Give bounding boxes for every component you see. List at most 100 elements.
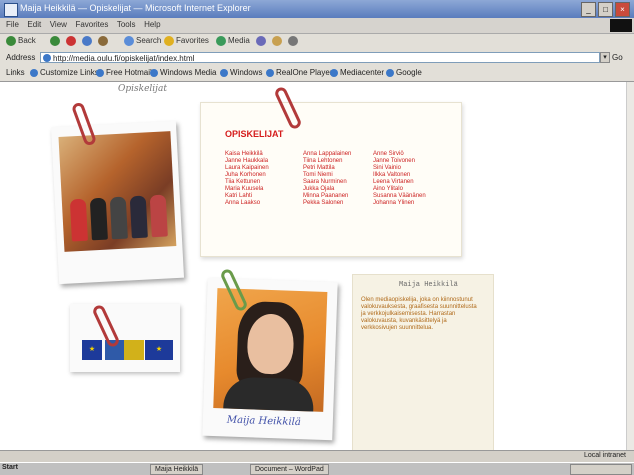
refresh-button[interactable]	[82, 36, 94, 46]
favorites-label: Favorites	[176, 36, 209, 46]
group-photo[interactable]	[50, 120, 185, 285]
stop-icon	[66, 36, 76, 46]
student-link[interactable]: Ilkka Valtonen	[373, 172, 426, 179]
handwritten-note: Opiskelijat	[118, 84, 167, 94]
group-photo-image	[58, 131, 177, 252]
students-list-card: OPISKELIJAT Kaisa Heikkilä Janne Haukkal…	[200, 102, 462, 257]
forward-arrow-icon	[50, 36, 60, 46]
system-tray	[570, 464, 632, 475]
link-hotmail[interactable]: Free Hotmail	[96, 68, 152, 77]
window-titlebar: Maija Heikkilä — Opiskelijat — Microsoft…	[0, 0, 634, 18]
search-button[interactable]: Search	[124, 36, 161, 46]
history-icon	[256, 36, 266, 46]
student-link[interactable]: Petri Mattila	[303, 165, 351, 172]
student-link[interactable]: Janne Haukkala	[225, 158, 269, 165]
link-windows-media[interactable]: Windows Media	[150, 68, 216, 77]
student-link[interactable]: Minna Paananen	[303, 193, 351, 200]
address-input[interactable]: http://media.oulu.fi/opiskelijat/index.h…	[40, 52, 600, 63]
address-dropdown-button[interactable]: ▾	[600, 52, 610, 63]
mail-icon	[272, 36, 282, 46]
link-mediacenter[interactable]: Mediacenter	[330, 68, 384, 77]
student-link[interactable]: Anna Lappalainen	[303, 151, 351, 158]
student-link[interactable]: Susanna Väänänen	[373, 193, 426, 200]
student-link[interactable]: Anna Laakso	[225, 200, 269, 207]
search-label: Search	[136, 36, 162, 46]
students-heading: OPISKELIJAT	[225, 129, 284, 139]
history-button[interactable]	[256, 36, 268, 46]
student-link[interactable]: Leena Virtanen	[373, 179, 426, 186]
student-link[interactable]: Tomi Niemi	[303, 172, 351, 179]
link-windows[interactable]: Windows	[220, 68, 262, 77]
links-bar: Links Customize Links Free Hotmail Windo…	[0, 66, 634, 82]
student-link[interactable]: Johanna Ylinen	[373, 200, 426, 207]
maximize-button[interactable]: □	[598, 2, 613, 17]
window-title: Maija Heikkilä — Opiskelijat — Microsoft…	[20, 3, 251, 13]
eu-flags-card: ★ ★	[70, 304, 180, 372]
bio-title: Maija Heikkilä	[399, 281, 458, 289]
forward-button[interactable]	[50, 36, 62, 46]
media-label: Media	[228, 36, 250, 46]
ie-app-icon	[4, 3, 18, 17]
student-link[interactable]: Anne Sirviö	[373, 151, 426, 158]
portrait-photo[interactable]: Maija Heikkilä	[202, 277, 338, 441]
close-button[interactable]: ×	[615, 2, 630, 17]
stop-button[interactable]	[66, 36, 78, 46]
link-realone[interactable]: RealOne Player	[266, 68, 332, 77]
links-label: Links	[6, 68, 25, 77]
task-button[interactable]: Document – WordPad	[250, 464, 329, 475]
menu-tools[interactable]: Tools	[117, 20, 136, 29]
student-link[interactable]: Kaisa Heikkilä	[225, 151, 269, 158]
student-link[interactable]: Katri Lahti	[225, 193, 269, 200]
ie-throbber-logo	[610, 19, 632, 32]
back-label: Back	[18, 36, 36, 46]
print-button[interactable]	[288, 36, 300, 46]
minimize-button[interactable]: _	[581, 2, 596, 17]
go-button[interactable]: Go	[612, 53, 623, 62]
student-link[interactable]: Aino Ylitalo	[373, 186, 426, 193]
start-button[interactable]: Start	[2, 464, 18, 471]
address-label: Address	[6, 53, 36, 62]
student-link[interactable]: Juha Korhonen	[225, 172, 269, 179]
students-column-2: Anna Lappalainen Tiina Lehtonen Petri Ma…	[303, 151, 351, 207]
student-link[interactable]: Jukka Ojala	[303, 186, 351, 193]
student-link[interactable]: Janne Toivonen	[373, 158, 426, 165]
student-link[interactable]: Tiia Kettunen	[225, 179, 269, 186]
refresh-icon	[82, 36, 92, 46]
bio-card: Maija Heikkilä Olen mediaopiskelija, jok…	[352, 274, 494, 450]
back-arrow-icon	[6, 36, 16, 46]
portrait-image	[213, 288, 328, 412]
home-icon	[98, 36, 108, 46]
menu-file[interactable]: File	[6, 20, 19, 29]
portrait-signature: Maija Heikkilä	[226, 414, 301, 429]
menu-bar: File Edit View Favorites Tools Help	[0, 18, 634, 34]
page-content: Opiskelijat OPISKELIJAT Kaisa Heikkilä J…	[0, 82, 626, 450]
eu-flag-icon: ★	[82, 340, 102, 360]
student-link[interactable]: Maria Kuusela	[225, 186, 269, 193]
student-link[interactable]: Laura Kaipainen	[225, 165, 269, 172]
home-button[interactable]	[98, 36, 110, 46]
address-bar: Address http://media.oulu.fi/opiskelijat…	[0, 50, 634, 67]
back-button[interactable]: Back	[6, 36, 36, 46]
link-customize[interactable]: Customize Links	[30, 68, 99, 77]
student-link[interactable]: Sini Vainio	[373, 165, 426, 172]
student-link[interactable]: Saara Nurminen	[303, 179, 351, 186]
student-link[interactable]: Pekka Salonen	[303, 200, 351, 207]
task-button[interactable]: Maija Heikkilä	[150, 464, 204, 475]
media-button[interactable]: Media	[216, 36, 250, 46]
students-column-3: Anne Sirviö Janne Toivonen Sini Vainio I…	[373, 151, 426, 207]
favorites-button[interactable]: Favorites	[164, 36, 209, 46]
student-link[interactable]: Tiina Lehtonen	[303, 158, 351, 165]
mail-button[interactable]	[272, 36, 284, 46]
security-zone: Local intranet	[583, 452, 626, 459]
eu-flag-icon: ★	[145, 340, 173, 360]
bio-text: Olen mediaopiskelija, joka on kiinnostun…	[361, 297, 477, 331]
students-column-1: Kaisa Heikkilä Janne Haukkala Laura Kaip…	[225, 151, 269, 207]
favorites-star-icon	[164, 36, 174, 46]
menu-view[interactable]: View	[50, 20, 67, 29]
menu-help[interactable]: Help	[144, 20, 160, 29]
vertical-scrollbar[interactable]	[626, 82, 634, 450]
menu-favorites[interactable]: Favorites	[75, 20, 108, 29]
menu-edit[interactable]: Edit	[27, 20, 41, 29]
taskbar: Start Maija Heikkilä Document – WordPad	[0, 462, 634, 475]
link-google[interactable]: Google	[386, 68, 422, 77]
